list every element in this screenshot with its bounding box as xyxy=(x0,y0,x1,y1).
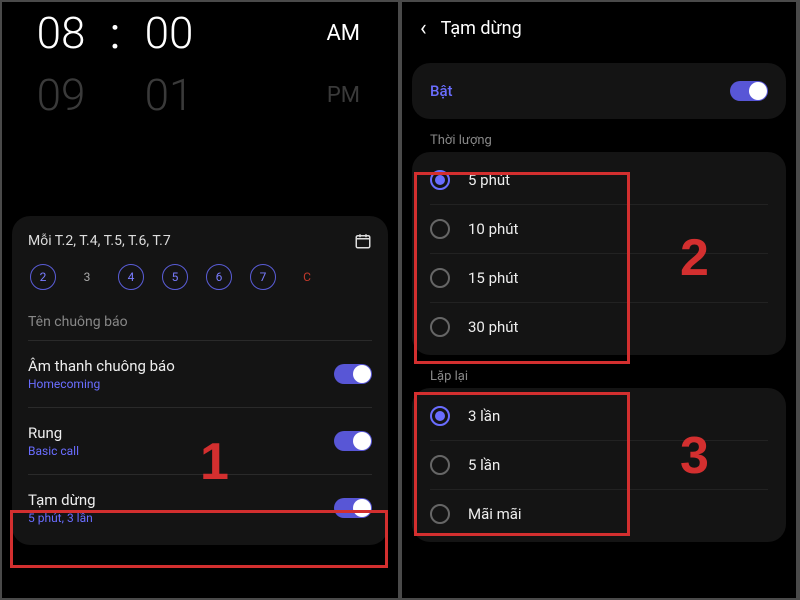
duration-option-30[interactable]: 30 phút xyxy=(430,302,768,351)
enable-toggle[interactable] xyxy=(730,81,768,101)
vibration-row[interactable]: Rung Basic call xyxy=(28,414,372,468)
day-5[interactable]: 5 xyxy=(162,264,188,290)
snooze-row[interactable]: Tạm dừng 5 phút, 3 lần xyxy=(28,481,372,535)
vibration-sub: Basic call xyxy=(28,444,334,458)
back-icon[interactable]: ‹ xyxy=(420,16,427,41)
radio-icon xyxy=(430,268,450,288)
duration-option-15[interactable]: 15 phút xyxy=(430,253,768,302)
option-label: 5 phút xyxy=(468,171,768,189)
repeat-card: 3 lần 5 lần Mãi mãi xyxy=(412,388,786,542)
minute-selected[interactable]: 00 xyxy=(130,7,208,59)
alarm-sound-title: Âm thanh chuông báo xyxy=(28,357,334,375)
page-title: Tạm dừng xyxy=(441,18,522,39)
enable-card: Bật xyxy=(412,63,786,119)
option-label: 5 lần xyxy=(468,456,768,474)
day-7[interactable]: 7 xyxy=(250,264,276,290)
radio-icon xyxy=(430,170,450,190)
option-label: 3 lần xyxy=(468,407,768,425)
option-label: 15 phút xyxy=(468,269,768,287)
alarm-name-label[interactable]: Tên chuông báo xyxy=(28,314,372,330)
time-colon: : xyxy=(100,7,130,59)
calendar-icon[interactable] xyxy=(354,232,372,250)
option-label: 30 phút xyxy=(468,318,768,336)
alarm-sound-sub: Homecoming xyxy=(28,377,334,391)
pm-label[interactable]: PM xyxy=(327,83,360,108)
day-sun[interactable]: C xyxy=(294,264,320,290)
duration-card: 5 phút 10 phút 15 phút 30 phút xyxy=(412,152,786,355)
day-4[interactable]: 4 xyxy=(118,264,144,290)
repeat-summary: Mỗi T.2, T.4, T.5, T.6, T.7 xyxy=(28,233,171,249)
alarm-sound-toggle[interactable] xyxy=(334,364,372,384)
repeat-group-label: Lặp lại xyxy=(430,369,796,384)
radio-icon xyxy=(430,219,450,239)
radio-icon xyxy=(430,504,450,524)
alarm-edit-screen: 08 : 00 AM 09 : 01 PM Mỗi T.2, T.4, T.5,… xyxy=(2,2,398,598)
duration-option-10[interactable]: 10 phút xyxy=(430,204,768,253)
hour-next[interactable]: 09 xyxy=(22,69,100,121)
day-selector: 2 3 4 5 6 7 C xyxy=(28,264,372,290)
am-label[interactable]: AM xyxy=(326,21,360,46)
enable-row[interactable]: Bật xyxy=(430,67,768,115)
day-6[interactable]: 6 xyxy=(206,264,232,290)
snooze-toggle[interactable] xyxy=(334,498,372,518)
repeat-option-3[interactable]: 3 lần xyxy=(430,392,768,440)
radio-icon xyxy=(430,317,450,337)
snooze-sub: 5 phút, 3 lần xyxy=(28,511,334,525)
minute-next[interactable]: 01 xyxy=(130,69,208,121)
repeat-option-forever[interactable]: Mãi mãi xyxy=(430,489,768,538)
duration-option-5[interactable]: 5 phút xyxy=(430,156,768,204)
vibration-title: Rung xyxy=(28,424,334,442)
radio-icon xyxy=(430,406,450,426)
alarm-sound-row[interactable]: Âm thanh chuông báo Homecoming xyxy=(28,347,372,401)
duration-group-label: Thời lượng xyxy=(430,133,796,148)
hour-selected[interactable]: 08 xyxy=(22,7,100,59)
divider xyxy=(28,407,372,408)
day-2[interactable]: 2 xyxy=(30,264,56,290)
vibration-toggle[interactable] xyxy=(334,431,372,451)
day-3[interactable]: 3 xyxy=(74,264,100,290)
option-label: Mãi mãi xyxy=(468,505,768,523)
snooze-settings-screen: ‹ Tạm dừng Bật Thời lượng 5 phút 10 phút… xyxy=(402,2,796,598)
alarm-settings-card: Mỗi T.2, T.4, T.5, T.6, T.7 2 3 4 5 6 7 … xyxy=(12,216,388,545)
divider xyxy=(28,340,372,341)
header: ‹ Tạm dừng xyxy=(402,2,796,59)
repeat-option-5[interactable]: 5 lần xyxy=(430,440,768,489)
option-label: 10 phút xyxy=(468,220,768,238)
divider xyxy=(28,474,372,475)
radio-icon xyxy=(430,455,450,475)
enable-label: Bật xyxy=(430,82,730,100)
time-picker[interactable]: 08 : 00 AM 09 : 01 PM xyxy=(2,2,398,126)
snooze-title: Tạm dừng xyxy=(28,491,334,509)
